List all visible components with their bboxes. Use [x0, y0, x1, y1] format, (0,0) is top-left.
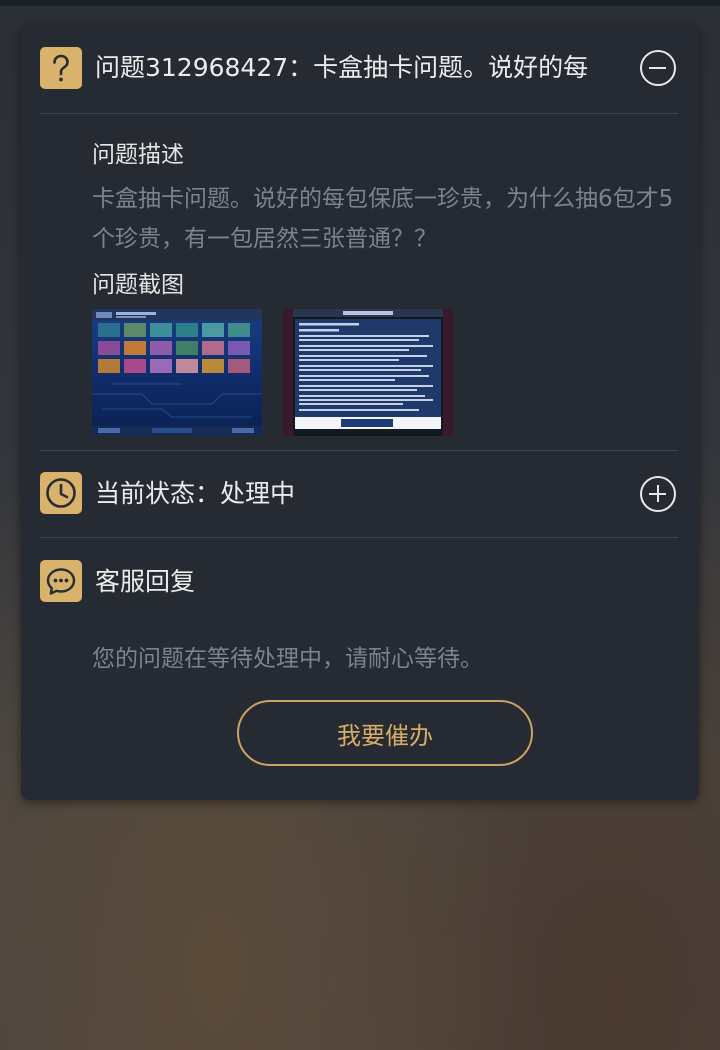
question-mark-icon — [40, 47, 82, 89]
question-title: 问题312968427：卡盒抽卡问题。说好的每 — [95, 53, 589, 82]
divider — [40, 113, 678, 114]
divider — [40, 450, 678, 451]
screenshot-thumbnail-1[interactable] — [92, 309, 262, 436]
reply-label: 客服回复 — [95, 567, 196, 596]
screenshots-label: 问题截图 — [92, 272, 184, 298]
chat-bubble-icon — [40, 560, 82, 602]
urge-button[interactable]: 我要催办 — [237, 700, 533, 766]
reply-text: 您的问题在等待处理中，请耐心等待。 — [92, 646, 483, 672]
description-label: 问题描述 — [92, 142, 184, 168]
collapse-minus-icon[interactable] — [640, 50, 676, 86]
expand-plus-icon[interactable] — [640, 476, 676, 512]
clock-icon — [40, 472, 82, 514]
status-label: 当前状态：处理中 — [95, 479, 296, 508]
question-description: 卡盒抽卡问题。说好的每包保底一珍贵，为什么抽6包才5个珍贵，有一包居然三张普通？… — [92, 186, 674, 252]
screenshot-thumbnail-2[interactable] — [283, 309, 453, 436]
question-panel: 问题312968427：卡盒抽卡问题。说好的每 问题描述 卡盒抽卡问题。说好的每… — [21, 27, 699, 800]
divider — [40, 537, 678, 538]
top-edge — [0, 0, 720, 6]
